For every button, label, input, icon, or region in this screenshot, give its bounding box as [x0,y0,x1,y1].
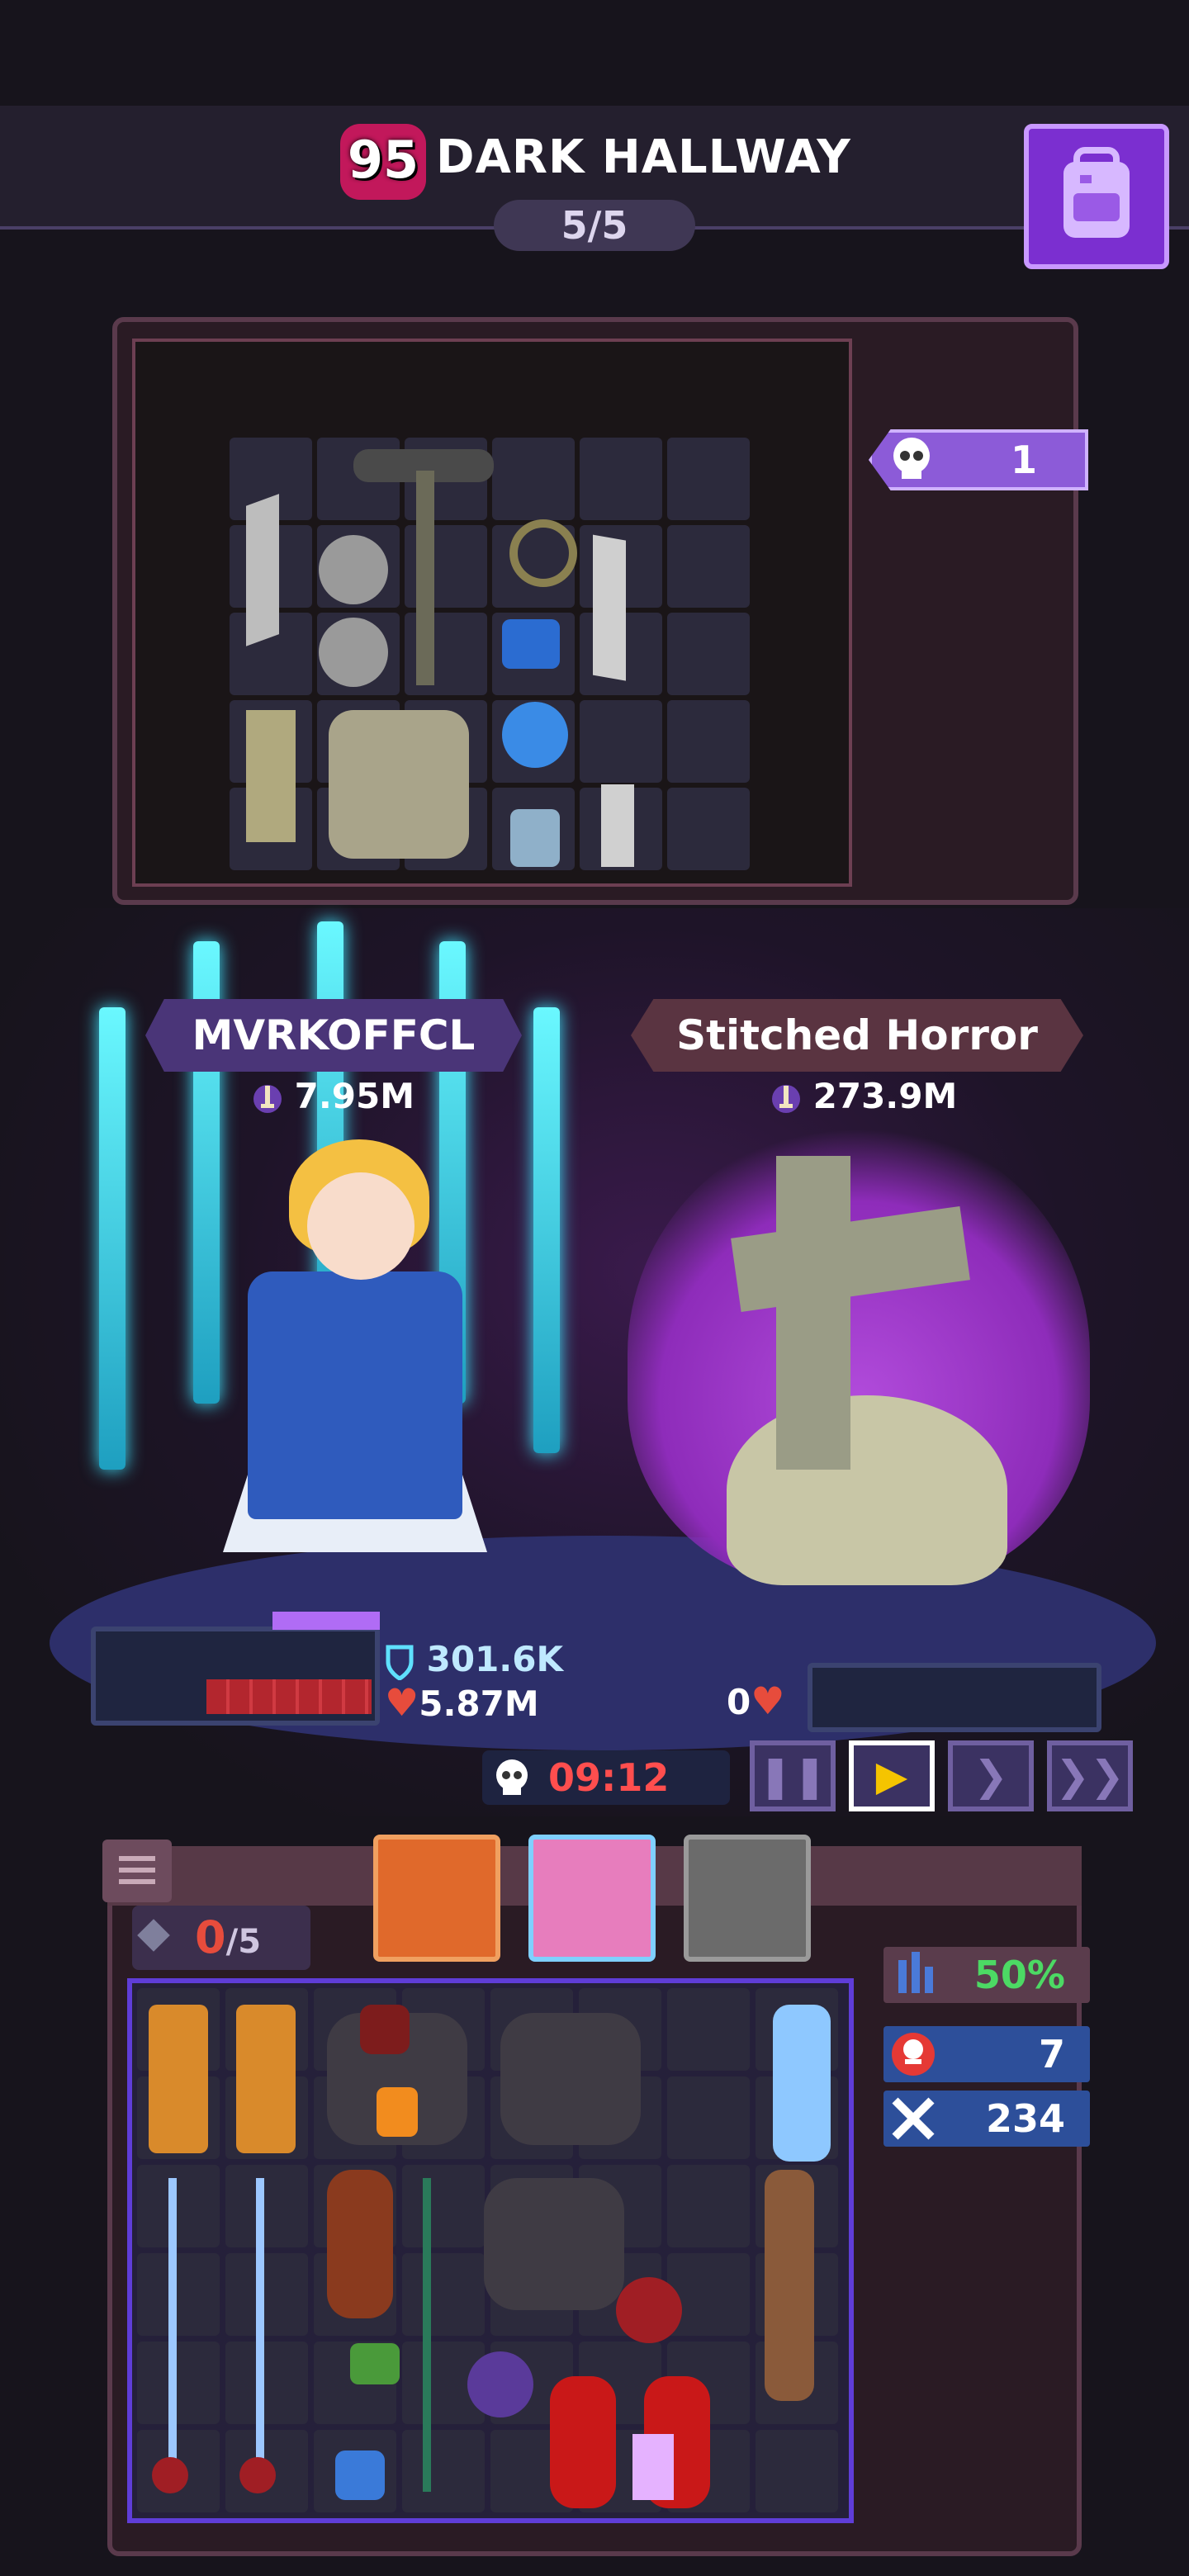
sword-icon [772,1084,800,1113]
stat-percent: 50% [973,1953,1065,1997]
tab-locked-pet[interactable] [684,1835,811,1962]
backpack-icon [1063,147,1130,238]
loot-items-art [246,449,634,867]
player-name: MVRKOFFCL [192,1011,476,1059]
demon-face-icon [892,2033,935,2076]
fast-forward-button[interactable]: ❯ [948,1740,1034,1811]
player-hp: ♥5.87M [385,1679,539,1727]
play-icon: ▶ [875,1752,908,1800]
stat-kills: 7 [1038,2032,1065,2076]
slot-total: /5 [225,1923,262,1961]
summoned-sword [99,1007,126,1470]
player-hp-value: 5.87M [419,1683,539,1724]
enemy-name: Stitched Horror [676,1011,1038,1059]
player-hero[interactable] [182,1131,495,1560]
menu-button[interactable] [102,1840,172,1902]
enemy-attack: 273.9M [771,1073,957,1120]
stat-crosses: 234 [985,2096,1065,2141]
wave-counter: 5/5 [494,200,695,251]
level-number: 95 [347,130,419,190]
enemy-hp-value: 0 [727,1682,751,1722]
inventory-items-art [149,2005,831,2508]
skull-icon [496,1759,528,1795]
slot-used: 0 [195,1911,226,1963]
bar-chart-icon [898,1952,933,1993]
backpack-button[interactable] [1024,124,1169,269]
double-chevron-icon: ❯❯ [1055,1752,1125,1800]
player-hp-fill [206,1679,372,1714]
heart-icon: ♥ [385,1680,419,1725]
heart-icon: ♥ [751,1679,785,1723]
skull-icon [893,438,930,479]
fastest-forward-button[interactable]: ❯❯ [1047,1740,1133,1811]
tab-pink-pet[interactable] [528,1835,656,1962]
player-attack-value: 7.95M [294,1076,415,1116]
shield-icon [386,1645,414,1680]
enemy-hp-frame [808,1663,1101,1732]
chevron-right-icon: ❯ [973,1752,1008,1800]
area-title: DARK HALLWAY [436,130,851,184]
slot-counter: 0/5 [195,1906,261,1974]
sword-icon [253,1084,282,1113]
enemy-attack-value: 273.9M [812,1076,958,1116]
player-attack: 7.95M [253,1073,414,1120]
player-energy-fill [272,1612,380,1630]
loot-skull-count: 1 [1010,438,1037,482]
grave-mound [727,1395,1007,1585]
enemy-hp: 0♥ [727,1678,784,1726]
summoned-sword [533,1007,560,1453]
player-shield: 301.6K [385,1636,563,1683]
crossed-bones-icon [892,2097,935,2140]
play-button[interactable]: ▶ [849,1740,935,1811]
list-icon [119,1856,155,1884]
tab-dragon-pet[interactable] [373,1835,500,1962]
grave-cross-post [776,1156,850,1470]
pause-icon: ❚❚ [758,1752,827,1800]
battle-timer: 09:12 [548,1755,670,1800]
pause-button[interactable]: ❚❚ [750,1740,836,1811]
player-shield-value: 301.6K [426,1639,564,1679]
